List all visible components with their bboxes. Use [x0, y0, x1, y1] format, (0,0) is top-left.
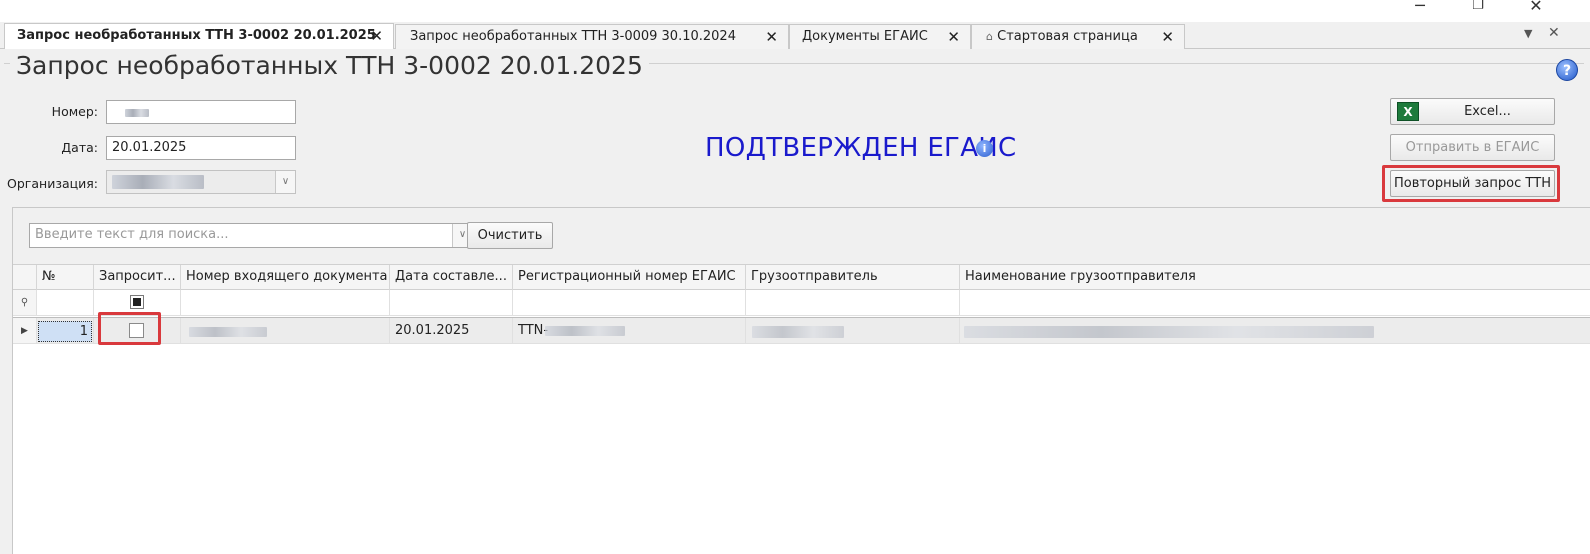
filter-cell[interactable]	[37, 290, 94, 315]
tab-start-page[interactable]: ⌂ Стартовая страница ✕	[971, 24, 1185, 49]
filter-cell[interactable]	[181, 290, 390, 315]
excel-button[interactable]: X Excel...	[1390, 98, 1555, 125]
minimize-button[interactable]: ─	[1400, 0, 1440, 14]
cell-incoming-doc[interactable]	[181, 318, 390, 343]
restore-button[interactable]: ❐	[1458, 0, 1498, 14]
redacted-value	[964, 326, 1374, 338]
chevron-down-icon[interactable]: ∨	[275, 171, 295, 193]
grid-header: № Запросит... Номер входящего документа …	[13, 264, 1590, 290]
send-to-egais-button[interactable]: Отправить в ЕГАИС	[1390, 134, 1555, 161]
cell-shipper[interactable]	[746, 318, 960, 343]
redacted-value	[545, 326, 625, 336]
excel-icon: X	[1397, 102, 1419, 121]
tab-close-icon[interactable]: ✕	[1161, 25, 1174, 49]
filter-cell[interactable]	[390, 290, 513, 315]
tab-request-0009[interactable]: Запрос необработанных ТТН 3-0009 30.10.2…	[395, 24, 789, 49]
clear-search-button[interactable]: Очистить	[467, 222, 553, 249]
column-header-shipper-name[interactable]: Наименование грузоотправителя	[960, 265, 1590, 290]
tab-bar: Запрос необработанных ТТН 3-0002 20.01.2…	[0, 22, 1590, 49]
search-input[interactable]: Введите текст для поиска... ∨	[29, 223, 473, 248]
redacted-value	[752, 326, 844, 338]
column-header-date[interactable]: Дата составле...	[390, 265, 513, 290]
info-icon[interactable]: i	[976, 140, 993, 157]
table-row[interactable]: ▶ 1 20.01.2025 TTN-	[13, 317, 1590, 344]
column-header-shipper[interactable]: Грузоотправитель	[746, 265, 960, 290]
home-icon: ⌂	[986, 30, 993, 43]
redacted-value	[125, 109, 149, 117]
column-header-egais-reg[interactable]: Регистрационный номер ЕГАИС	[513, 265, 746, 290]
cell-number[interactable]: 1	[37, 318, 94, 343]
column-header-requested[interactable]: Запросит...	[94, 265, 181, 290]
tab-label: Стартовая страница	[997, 29, 1138, 44]
column-header-number[interactable]: №	[37, 265, 94, 290]
window-close-button[interactable]: ✕	[1516, 0, 1556, 14]
tab-close-icon[interactable]: ✕	[370, 24, 383, 48]
date-label: Дата:	[61, 140, 98, 155]
organization-label: Организация:	[7, 176, 98, 191]
tab-label: Запрос необработанных ТТН 3-0009 30.10.2…	[410, 29, 736, 44]
search-bar: Введите текст для поиска... ∨ Очистить	[13, 208, 1590, 264]
help-icon[interactable]: ?	[1556, 59, 1578, 81]
tab-label: Документы ЕГАИС	[802, 29, 928, 44]
highlight-request-checkbox	[98, 312, 161, 345]
status-label: ПОДТВЕРЖДЕН ЕГАИС	[705, 133, 1017, 163]
row-pointer-icon: ▶	[13, 318, 37, 343]
filter-cell[interactable]	[960, 290, 1590, 315]
tab-close-icon[interactable]: ✕	[765, 25, 778, 49]
filter-cell[interactable]	[746, 290, 960, 315]
filter-cell[interactable]	[513, 290, 746, 315]
column-header-incoming-doc[interactable]: Номер входящего документа	[181, 265, 390, 290]
close-all-tabs-icon[interactable]: ✕	[1548, 25, 1560, 41]
number-label: Номер:	[51, 104, 98, 119]
cell-shipper-name[interactable]	[960, 318, 1590, 343]
number-field[interactable]	[106, 100, 296, 124]
organization-select[interactable]: ∨	[106, 170, 296, 194]
date-field[interactable]: 20.01.2025	[106, 136, 296, 160]
redacted-value	[112, 175, 204, 189]
pin-icon: ⚲	[13, 290, 37, 315]
page-title: Запрос необработанных ТТН 3-0002 20.01.2…	[16, 51, 643, 80]
tab-request-0002[interactable]: Запрос необработанных ТТН 3-0002 20.01.2…	[4, 23, 394, 49]
page-title-wrapper: Запрос необработанных ТТН 3-0002 20.01.2…	[10, 51, 649, 81]
filter-row: ⚲	[13, 290, 1590, 316]
tab-label: Запрос необработанных ТТН 3-0002 20.01.2…	[17, 28, 376, 43]
tab-close-icon[interactable]: ✕	[947, 25, 960, 49]
grid-panel: Введите текст для поиска... ∨ Очистить №…	[12, 207, 1590, 554]
filter-checkbox[interactable]	[130, 295, 144, 309]
document-content: Запрос необработанных ТТН 3-0002 20.01.2…	[0, 49, 1590, 554]
cell-egais-reg[interactable]: TTN-	[513, 318, 746, 343]
tab-egais-documents[interactable]: Документы ЕГАИС ✕	[789, 24, 971, 49]
redacted-value	[189, 327, 267, 337]
tab-list-dropdown-icon[interactable]: ▼	[1524, 27, 1532, 40]
row-indicator-header	[13, 265, 37, 290]
highlight-repeat-request	[1382, 165, 1560, 202]
cell-date[interactable]: 20.01.2025	[390, 318, 513, 343]
